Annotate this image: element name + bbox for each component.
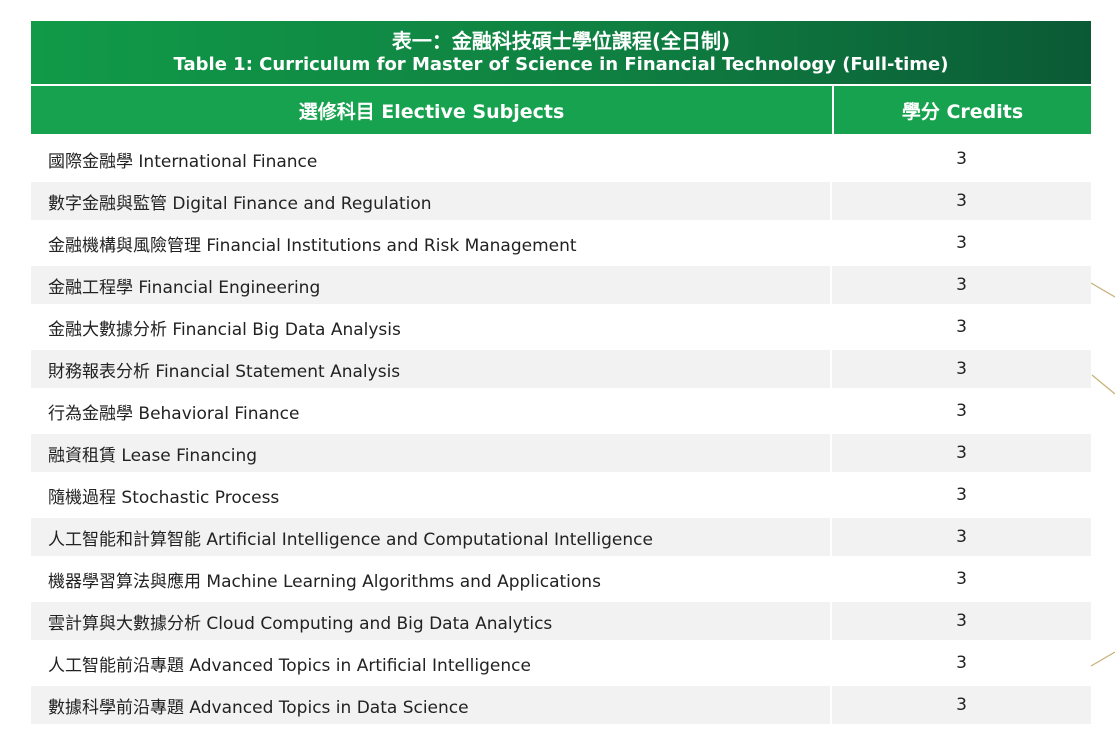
credits-cell: 3 (956, 527, 967, 547)
table-row: 金融大數據分析 Financial Big Data Analysis 3 (31, 308, 1091, 346)
credits-cell: 3 (956, 275, 967, 295)
subject-cell: 金融工程學 Financial Engineering (31, 266, 832, 304)
subject-cell: 國際金融學 International Finance (31, 140, 832, 178)
header-credits: 學分 Credits (901, 100, 1024, 123)
decor-line (1091, 374, 1115, 395)
table-row: 人工智能和計算智能 Artificial Intelligence and Co… (31, 518, 1091, 556)
table-title-chinese: 表一：金融科技碩士學位課程(全日制) (391, 29, 731, 53)
table-row: 國際金融學 International Finance 3 (31, 140, 1091, 178)
subject-cell: 數據科學前沿專題 Advanced Topics in Data Science (31, 686, 832, 724)
subject-cell: 財務報表分析 Financial Statement Analysis (31, 350, 832, 388)
table-row: 金融機構與風險管理 Financial Institutions and Ris… (31, 224, 1091, 262)
credits-cell: 3 (956, 359, 967, 379)
decor-line (1090, 282, 1115, 298)
header-subject: 選修科目 Elective Subjects (31, 86, 834, 134)
subject-cell: 金融大數據分析 Financial Big Data Analysis (31, 308, 832, 346)
credits-cell: 3 (956, 191, 967, 211)
subject-cell: 融資租賃 Lease Financing (31, 434, 832, 472)
subject-cell: 人工智能前沿專題 Advanced Topics in Artificial I… (31, 644, 832, 682)
credits-cell: 3 (956, 317, 967, 337)
subject-cell: 隨機過程 Stochastic Process (31, 476, 832, 514)
credits-cell: 3 (956, 443, 967, 463)
credits-cell: 3 (956, 653, 967, 673)
table-row: 行為金融學 Behavioral Finance 3 (31, 392, 1091, 430)
table-row: 數據科學前沿專題 Advanced Topics in Data Science… (31, 686, 1091, 724)
subject-cell: 行為金融學 Behavioral Finance (31, 392, 832, 430)
table-row: 人工智能前沿專題 Advanced Topics in Artificial I… (31, 644, 1091, 682)
table-title-bar: 表一：金融科技碩士學位課程(全日制) Table 1: Curriculum f… (31, 21, 1091, 84)
credits-cell: 3 (956, 569, 967, 589)
subject-cell: 人工智能和計算智能 Artificial Intelligence and Co… (31, 518, 832, 556)
table-body: 國際金融學 International Finance 3 數字金融與監管 Digi… (31, 140, 1091, 724)
table-row: 數字金融與監管 Digital Finance and Regulation 3 (31, 182, 1091, 220)
table-row: 雲計算與大數據分析 Cloud Computing and Big Data A… (31, 602, 1091, 640)
table-header-row: 選修科目 Elective Subjects 學分 Credits (31, 86, 1091, 134)
credits-cell: 3 (956, 611, 967, 631)
table-row: 機器學習算法與應用 Machine Learning Algorithms an… (31, 560, 1091, 598)
table-row: 隨機過程 Stochastic Process 3 (31, 476, 1091, 514)
credits-cell: 3 (956, 401, 967, 421)
subject-cell: 雲計算與大數據分析 Cloud Computing and Big Data A… (31, 602, 832, 640)
credits-cell: 3 (956, 149, 967, 169)
credits-cell: 3 (956, 485, 967, 505)
table-title-english: Table 1: Curriculum for Master of Scienc… (173, 54, 949, 75)
table-row: 財務報表分析 Financial Statement Analysis 3 (31, 350, 1091, 388)
subject-cell: 機器學習算法與應用 Machine Learning Algorithms an… (31, 560, 832, 598)
decor-line (1090, 651, 1115, 667)
credits-cell: 3 (956, 695, 967, 715)
table-row: 融資租賃 Lease Financing 3 (31, 434, 1091, 472)
subject-cell: 數字金融與監管 Digital Finance and Regulation (31, 182, 832, 220)
subject-cell: 金融機構與風險管理 Financial Institutions and Ris… (31, 224, 832, 262)
table-row: 金融工程學 Financial Engineering 3 (31, 266, 1091, 304)
curriculum-table: 表一：金融科技碩士學位課程(全日制) Table 1: Curriculum f… (31, 21, 1091, 724)
credits-cell: 3 (956, 233, 967, 253)
